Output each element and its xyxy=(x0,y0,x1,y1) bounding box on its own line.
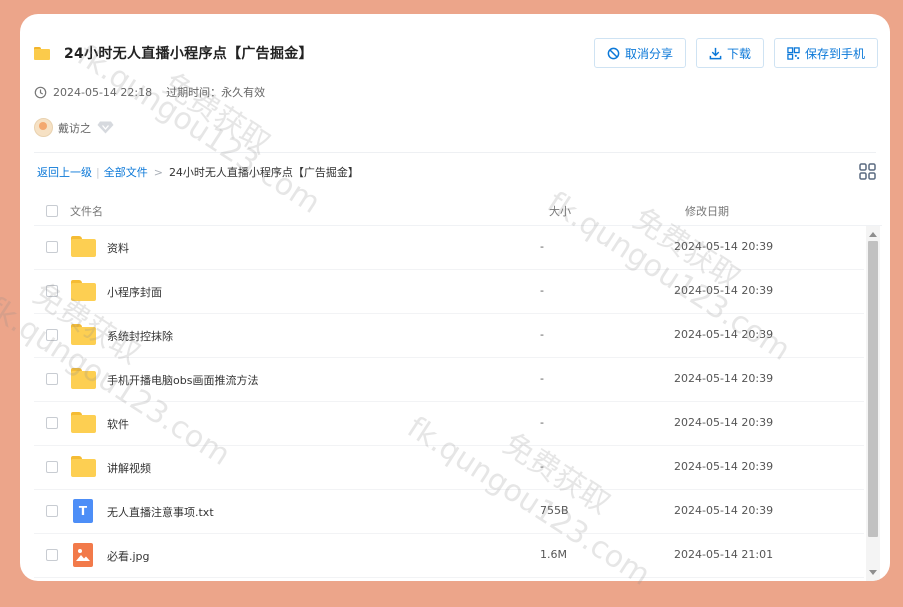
file-name[interactable]: 讲解视频 xyxy=(107,460,151,476)
file-row[interactable]: 系统封控抹除 - 2024-05-14 20:39 xyxy=(34,314,864,358)
row-checkbox[interactable] xyxy=(46,285,58,297)
breadcrumb-separator: | xyxy=(96,165,100,179)
save-to-phone-label: 保存到手机 xyxy=(804,46,865,61)
file-row[interactable]: T 无人直播注意事项.txt 755B 2024-05-14 20:39 xyxy=(34,490,864,534)
scrollbar-thumb[interactable] xyxy=(868,241,878,537)
scrollbar[interactable] xyxy=(866,226,880,581)
file-size: 755B xyxy=(540,504,569,517)
grid-view-icon[interactable] xyxy=(859,163,876,180)
row-checkbox[interactable] xyxy=(46,241,58,253)
file-name[interactable]: 系统封控抹除 xyxy=(107,328,173,344)
column-name[interactable]: 文件名 xyxy=(70,203,103,219)
folder-icon xyxy=(34,46,50,60)
file-modified-date: 2024-05-14 21:01 xyxy=(674,548,774,561)
file-name[interactable]: 小程序封面 xyxy=(107,284,162,300)
file-row[interactable]: 讲解视频 - 2024-05-14 20:39 xyxy=(34,446,864,490)
file-modified-date: 2024-05-14 20:39 xyxy=(674,240,774,253)
share-title: 24小时无人直播小程序点【广告掘金】 xyxy=(64,46,313,62)
file-size: - xyxy=(540,372,544,385)
scroll-down-arrow[interactable] xyxy=(869,570,877,575)
select-all-checkbox[interactable] xyxy=(46,205,58,217)
file-name[interactable]: 软件 xyxy=(107,416,129,432)
file-modified-date: 2024-05-14 20:39 xyxy=(674,328,774,341)
file-name[interactable]: 手机开播电脑obs画面推流方法 xyxy=(107,372,258,388)
avatar xyxy=(34,118,53,137)
cancel-icon xyxy=(607,47,620,59)
file-size: 1.6M xyxy=(540,548,567,561)
cancel-share-button[interactable]: 取消分享 xyxy=(593,38,686,68)
file-modified-date: 2024-05-14 20:39 xyxy=(674,504,774,517)
image-file-icon xyxy=(71,543,93,568)
file-modified-date: 2024-05-14 20:39 xyxy=(674,460,774,473)
share-meta: 2024-05-14 22:18 过期时间：永久有效 xyxy=(34,84,265,100)
share-date: 2024-05-14 22:18 xyxy=(53,85,153,99)
save-to-phone-button[interactable]: 保存到手机 xyxy=(773,38,878,68)
breadcrumb-arrow: > xyxy=(153,165,163,179)
column-modified[interactable]: 修改日期 xyxy=(685,203,729,219)
header-divider xyxy=(34,152,876,153)
sharer-name: 戴访之 xyxy=(58,121,91,135)
share-card: 24小时无人直播小程序点【广告掘金】 取消分享 下载 保存到手机 2024-05… xyxy=(20,14,890,581)
download-button[interactable]: 下载 xyxy=(695,38,764,68)
file-size: - xyxy=(540,284,544,297)
text-file-icon: T xyxy=(71,499,93,524)
expire-info: 过期时间：永久有效 xyxy=(166,86,266,99)
qrcode-icon xyxy=(787,46,800,60)
sharer-info: 戴访之 xyxy=(34,118,114,137)
download-label: 下载 xyxy=(726,46,751,61)
file-size: - xyxy=(540,416,544,429)
file-row[interactable]: 手机开播电脑obs画面推流方法 - 2024-05-14 20:39 xyxy=(34,358,864,402)
clock-icon xyxy=(34,86,47,98)
row-checkbox[interactable] xyxy=(46,461,58,473)
file-modified-date: 2024-05-14 20:39 xyxy=(674,416,774,429)
scroll-up-arrow[interactable] xyxy=(869,232,877,237)
title-row: 24小时无人直播小程序点【广告掘金】 xyxy=(34,42,313,64)
action-buttons: 取消分享 下载 保存到手机 xyxy=(593,38,878,68)
file-row[interactable]: 必看.jpg 1.6M 2024-05-14 21:01 xyxy=(34,534,864,578)
folder-icon xyxy=(71,324,96,345)
file-row[interactable]: 资料 - 2024-05-14 20:39 xyxy=(34,226,864,270)
breadcrumb-back-link[interactable]: 返回上一级 xyxy=(37,164,92,180)
share-header: 24小时无人直播小程序点【广告掘金】 取消分享 下载 保存到手机 2024-05… xyxy=(20,14,890,164)
column-size[interactable]: 大小 xyxy=(549,203,571,219)
vip-diamond-icon xyxy=(97,121,114,134)
download-icon xyxy=(709,47,722,59)
folder-icon xyxy=(71,236,96,257)
file-row[interactable]: 软件 - 2024-05-14 20:39 xyxy=(34,402,864,446)
row-checkbox[interactable] xyxy=(46,549,58,561)
breadcrumb-all-files-link[interactable]: 全部文件 xyxy=(104,164,148,180)
file-list: 资料 - 2024-05-14 20:39 小程序封面 - 2024-05-14 20:3… xyxy=(34,226,864,581)
folder-icon xyxy=(71,412,96,433)
cancel-share-label: 取消分享 xyxy=(624,46,673,61)
folder-icon xyxy=(71,280,96,301)
file-size: - xyxy=(540,460,544,473)
row-checkbox[interactable] xyxy=(46,417,58,429)
file-modified-date: 2024-05-14 20:39 xyxy=(674,284,774,297)
file-name[interactable]: 必看.jpg xyxy=(107,548,150,564)
breadcrumb: 返回上一级 | 全部文件 > 24小时无人直播小程序点【广告掘金】 xyxy=(37,164,359,180)
row-checkbox[interactable] xyxy=(46,505,58,517)
file-name[interactable]: 资料 xyxy=(107,240,129,256)
folder-icon xyxy=(71,368,96,389)
file-modified-date: 2024-05-14 20:39 xyxy=(674,372,774,385)
folder-icon xyxy=(71,456,96,477)
text-file-letter: T xyxy=(78,504,88,518)
row-checkbox[interactable] xyxy=(46,329,58,341)
file-row[interactable]: 小程序封面 - 2024-05-14 20:39 xyxy=(34,270,864,314)
file-name[interactable]: 无人直播注意事项.txt xyxy=(107,504,214,520)
file-size: - xyxy=(540,240,544,253)
file-size: - xyxy=(540,328,544,341)
breadcrumb-current: 24小时无人直播小程序点【广告掘金】 xyxy=(168,166,359,179)
row-checkbox[interactable] xyxy=(46,373,58,385)
file-table-header: 文件名 大小 修改日期 xyxy=(34,197,882,226)
